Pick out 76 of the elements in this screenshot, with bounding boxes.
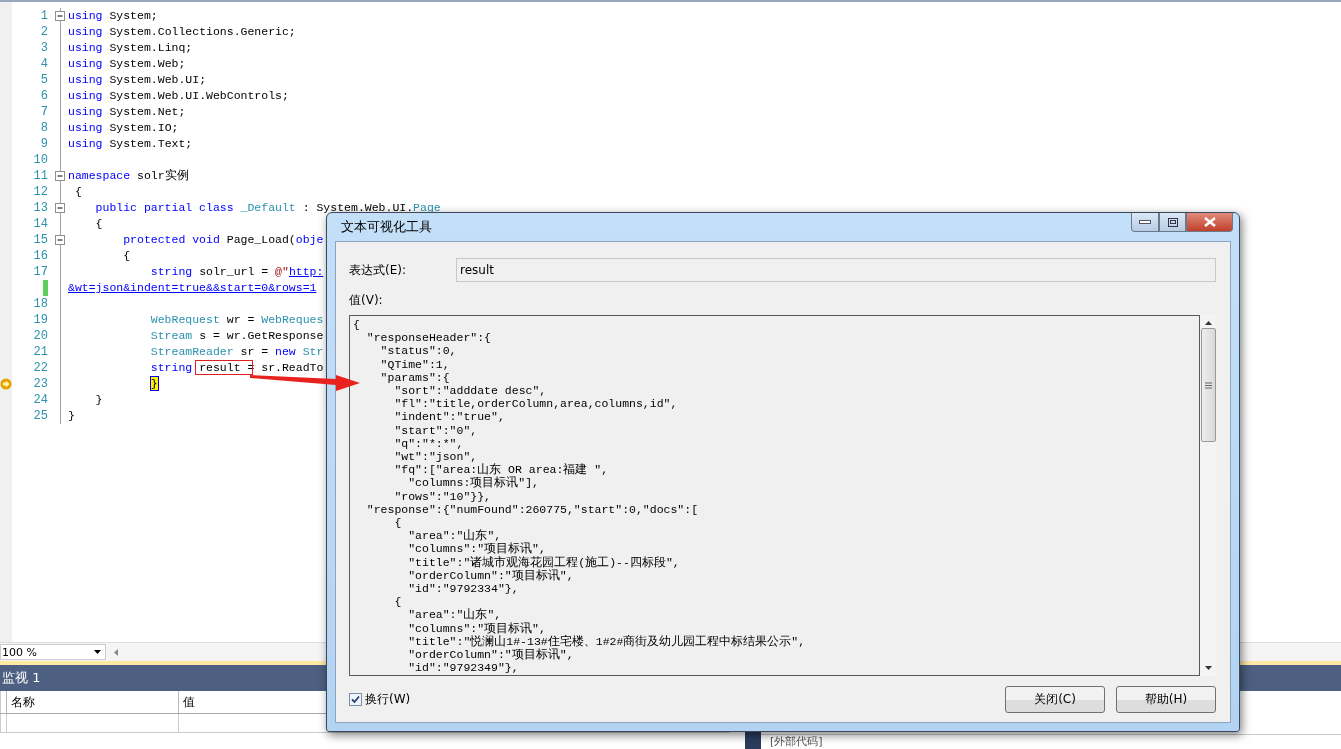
line-number: 19 [32,313,48,327]
collapse-icon[interactable] [55,171,66,182]
code-line: using System.Web.UI.WebControls; [68,88,289,104]
line-number: 12 [32,185,48,199]
line-number: 13 [32,201,48,215]
line-number: 18 [32,297,48,311]
maximize-icon [1167,217,1178,227]
line-number: 4 [39,57,48,71]
collapse-icon[interactable] [55,11,66,22]
close-button[interactable] [1186,213,1233,232]
code-line: WebRequest wr = WebReques [149,312,324,328]
line-number: 9 [39,137,48,151]
scrollbar[interactable] [1200,315,1216,676]
code-line: { [73,184,82,200]
line-number: 22 [32,361,48,375]
code-line: protected void Page_Load(obje [122,232,324,248]
minimize-button[interactable] [1131,213,1159,232]
code-line: StreamReader sr = new Str [149,344,324,360]
code-line: using System.Text; [68,136,193,152]
line-number: 10 [32,153,48,167]
caret-icon [94,650,101,654]
value-text-area[interactable]: { "responseHeader":{ "status":0, "QTime":1, "params":{ "sort":"adddate desc", "fl":"title,orderColumn,area,columns,id", "indent":"true", "start":"0", "q":"*:*", "wt":"json", "fq":["area:山东 OR area:福建 ", "columns:项目标讯"], "rows":"10"}}, "response":{"numFound":260775,"start":0,"docs":[ { "area":"山东", "columns":"项目标讯", "title":"诸城市观海花园工程(施工)--四标段", "orderColumn":"项目标讯", "id":"9792334"}, { "area":"山东", "columns":"项目标讯", "title":"悦澜山1#-13#住宅楼、1#2#商街及幼儿园工程中标结果公示", "orderColumn":"项目标讯", "id":"9792349"}, [349,315,1200,676]
field-label: 值(V): [349,292,384,309]
check-icon [351,695,360,704]
line-number: 17 [32,265,48,279]
column-header[interactable]: 名称 [6,691,178,713]
code-line: using System.Collections.Generic; [68,24,296,40]
panel-title: 监视 1 [2,669,41,687]
code-line: using System.Web; [68,56,186,72]
maximize-button[interactable] [1159,213,1186,232]
dialog-title: 文本可视化工具 [340,218,432,236]
code-line: { [94,216,103,232]
scroll-left-icon[interactable] [114,648,118,656]
line-number: 21 [32,345,48,359]
code-line: &wt=json&indent=true&&start=0&rows=1 [68,280,317,296]
line-number: 23 [32,377,48,391]
code-line: using System.Net; [68,104,186,120]
line-number: 5 [39,73,48,87]
minimize-icon [1139,220,1151,224]
line-number: 16 [32,249,48,263]
line-number: 25 [32,409,48,423]
code-line: string solr_url = @"http: [149,264,324,280]
line-number: 11 [32,169,48,183]
line-number: 15 [32,233,48,247]
line-number: 3 [39,41,48,55]
code-line: } [68,408,75,424]
line-number: 14 [32,217,48,231]
line-number: 2 [39,25,48,39]
collapse-icon[interactable] [55,235,66,246]
word-wrap-checkbox[interactable]: 换行(W) [349,691,411,708]
scroll-up-icon[interactable] [1204,321,1212,325]
code-line: { [122,248,131,264]
code-line: Stream s = wr.GetResponse [149,328,324,344]
line-number: 8 [39,121,48,135]
dialog-button[interactable]: 帮助(H) [1116,686,1216,713]
change-bar [43,280,48,296]
code-line: public partial class _Default : System.Web.UI.Page [94,200,441,216]
code-line: using System.IO; [68,120,179,136]
code-line: } [94,392,103,408]
code-line: namespace solr实例 [68,168,189,184]
code-line: using System; [68,8,158,24]
dialog-button[interactable]: 关闭(C) [1005,686,1105,713]
collapse-icon[interactable] [55,203,66,214]
line-number: 7 [39,105,48,119]
line-number: 20 [32,329,48,343]
expression-field[interactable]: result [456,258,1216,282]
close-icon [1203,217,1216,227]
code-line: using System.Linq; [68,40,193,56]
call-stack-row[interactable]: [外部代码] [761,734,1341,749]
field-label: 表达式(E): [349,261,407,279]
zoom-dropdown[interactable]: 100 % [0,644,106,660]
line-number: 6 [39,89,48,103]
line-number: 24 [32,393,48,407]
line-number: 1 [39,9,48,23]
grip-icon [1204,381,1212,389]
code-line: using System.Web.UI; [68,72,207,88]
